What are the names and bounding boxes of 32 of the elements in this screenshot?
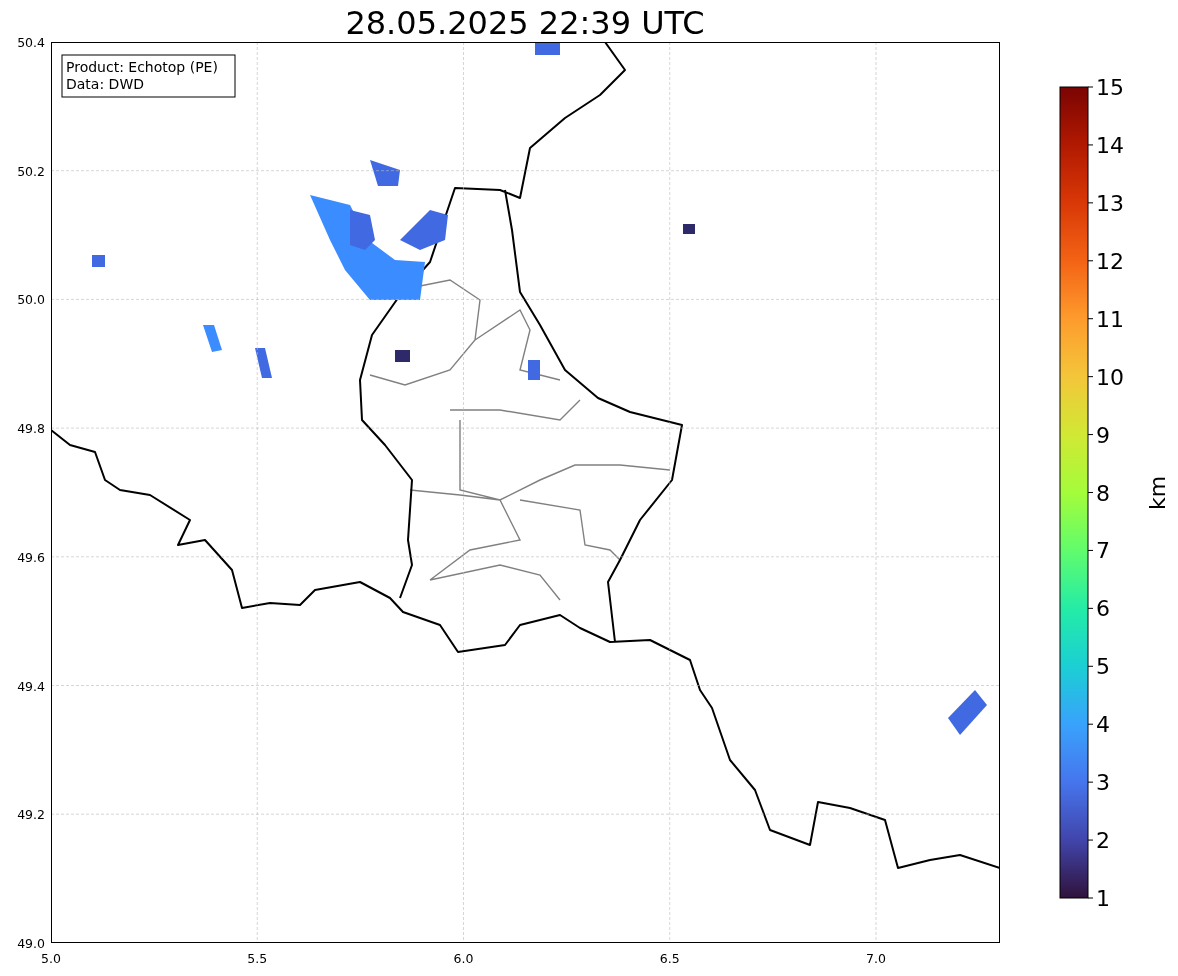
colorbar-label: km <box>1145 475 1170 511</box>
colorbar-tick-label: 1 <box>1096 886 1110 911</box>
axis-tick-label: 50.2 <box>17 163 45 179</box>
axis-tick-label: 7.0 <box>866 951 886 966</box>
colorbar-tick-label: 11 <box>1096 306 1124 332</box>
axis-tick-label: 49.8 <box>17 421 45 437</box>
axis-tick-label: 49.4 <box>17 678 45 694</box>
axis-tick-label: 49.2 <box>17 807 45 823</box>
colorbar-tick-label: 4 <box>1096 712 1110 738</box>
colorbar-tick-label: 5 <box>1096 654 1110 680</box>
colorbar-tick-label: 9 <box>1096 422 1110 448</box>
colorbar-tick-label: 3 <box>1096 770 1110 796</box>
axis-tick-label: 5.5 <box>247 951 268 966</box>
axis-tick-label: 49.0 <box>17 935 45 951</box>
axis-tick-label: 6.0 <box>453 951 474 966</box>
colorbar-tick-label: 13 <box>1096 190 1124 216</box>
info-text: Product: Echotop (PE) <box>66 59 218 75</box>
colorbar-tick-label: 14 <box>1096 132 1124 158</box>
colorbar-tick-label: 7 <box>1096 538 1110 564</box>
axis-tick-label: 49.6 <box>17 549 45 565</box>
axis-tick-label: 50.4 <box>17 35 45 50</box>
info-text: Data: DWD <box>66 76 144 92</box>
axis-tick-label: 6.5 <box>659 951 680 966</box>
axis-tick-label: 50.0 <box>17 292 45 308</box>
axis-tick-label: 5.0 <box>41 951 61 966</box>
colorbar-tick-label: 6 <box>1096 596 1110 622</box>
colorbar-tick-label: 8 <box>1096 480 1110 506</box>
colorbar-tick-label: 12 <box>1096 248 1124 274</box>
colorbar-tick-label: 2 <box>1096 828 1110 854</box>
colorbar-tick-label: 15 <box>1096 75 1124 100</box>
colorbar-tick-label: 10 <box>1096 364 1124 390</box>
chart-title: 28.05.2025 22:39 UTC <box>345 4 705 42</box>
